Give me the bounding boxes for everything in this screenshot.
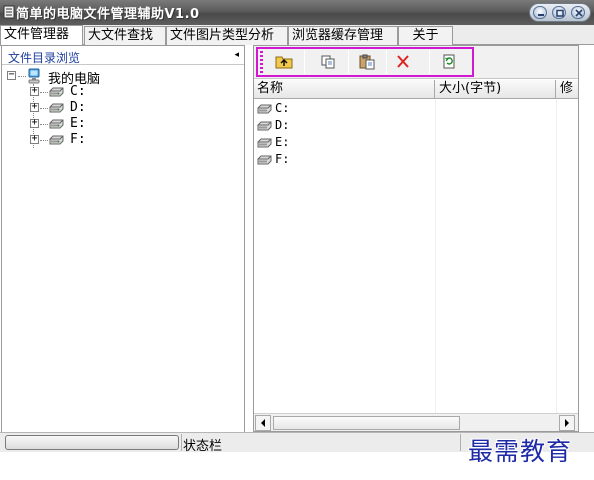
- tree-panel-header: 文件目录浏览 ◂: [2, 46, 244, 65]
- tree-node-label: C:: [70, 84, 86, 99]
- drive-icon: [49, 119, 64, 129]
- status-divider: [460, 434, 461, 451]
- list-item-name: D:: [275, 118, 290, 132]
- arrow-left-icon: [261, 419, 265, 427]
- drive-icon: [49, 87, 64, 97]
- list-item-drive-c[interactable]: C:: [256, 101, 434, 117]
- scroll-right-button[interactable]: [559, 415, 575, 431]
- list-header: 名称 大小(字节) 修: [254, 80, 578, 99]
- copy-button[interactable]: [315, 51, 341, 73]
- tab-about[interactable]: 关于: [398, 26, 453, 45]
- tab-file-manager[interactable]: 文件管理器: [0, 25, 83, 46]
- horizontal-scrollbar[interactable]: [254, 413, 578, 431]
- paste-button[interactable]: [354, 51, 380, 73]
- refresh-icon: [443, 54, 455, 69]
- progress-bar: [5, 435, 179, 450]
- drive-icon: [49, 135, 64, 145]
- close-button[interactable]: [571, 6, 585, 19]
- tree-node-label: D:: [70, 100, 86, 115]
- toolbar-separator: [348, 50, 349, 74]
- status-divider: [181, 434, 182, 451]
- panel-collapse-icon[interactable]: ◂: [234, 50, 239, 60]
- tab-file-image-type-analysis[interactable]: 文件图片类型分析: [166, 26, 288, 45]
- window-controls: [529, 3, 591, 22]
- expand-toggle[interactable]: +: [30, 101, 39, 112]
- tree-node-my-computer[interactable]: − 我的电脑: [7, 68, 207, 87]
- delete-button[interactable]: [390, 51, 416, 73]
- tree-connector: [40, 140, 48, 141]
- drive-icon: [49, 103, 64, 113]
- maximize-button[interactable]: [552, 6, 566, 19]
- column-divider: [556, 100, 557, 413]
- maximize-icon: [556, 9, 564, 17]
- list-item-drive-d[interactable]: D:: [256, 118, 434, 134]
- computer-icon: [28, 68, 40, 84]
- list-item-name: F:: [275, 152, 290, 166]
- tab-browser-cache-manager[interactable]: 浏览器缓存管理: [288, 26, 398, 45]
- refresh-button[interactable]: [436, 51, 462, 73]
- collapse-toggle[interactable]: −: [7, 69, 16, 80]
- directory-tree-panel: 文件目录浏览 ◂ − 我的电脑 + C: + D: + E: + F:: [1, 45, 245, 433]
- title-bar: 简单的电脑文件管理辅助V1.0: [0, 0, 594, 25]
- toolbar-grip[interactable]: [260, 51, 263, 73]
- status-label: 状态栏: [183, 439, 223, 454]
- minimize-icon: [538, 14, 544, 16]
- tab-large-file-search[interactable]: 大文件查找: [84, 26, 166, 45]
- expand-toggle[interactable]: +: [30, 117, 39, 128]
- window-title: 简单的电脑文件管理辅助V1.0: [16, 7, 200, 22]
- file-list: C: D: E: F:: [254, 100, 578, 413]
- tree-node-drive-f[interactable]: + F:: [30, 132, 150, 148]
- scroll-left-button[interactable]: [255, 415, 271, 431]
- up-folder-button[interactable]: [271, 51, 297, 73]
- scrollbar-thumb[interactable]: [273, 416, 460, 430]
- expand-toggle[interactable]: +: [30, 133, 39, 144]
- list-item-name: E:: [275, 135, 290, 149]
- paste-icon: [359, 54, 375, 70]
- app-icon: [3, 5, 15, 19]
- toolbar-separator: [386, 50, 387, 74]
- watermark: 最需教育: [468, 437, 573, 466]
- tree-node-drive-d[interactable]: + D:: [30, 100, 150, 116]
- tree-node-drive-e[interactable]: + E:: [30, 116, 150, 132]
- toolbar-separator: [429, 50, 430, 74]
- arrow-right-icon: [565, 419, 569, 427]
- tree-node-label: F:: [70, 132, 86, 147]
- column-divider: [435, 100, 436, 413]
- file-list-panel: 名称 大小(字节) 修 C: D: E: F:: [253, 45, 579, 432]
- copy-icon: [321, 55, 335, 69]
- app-window: 简单的电脑文件管理辅助V1.0 文件管理器 大文件查找 文件图片类型分析 浏览器…: [0, 0, 594, 480]
- toolbar-separator: [304, 50, 305, 74]
- tab-bar: 文件管理器 大文件查找 文件图片类型分析 浏览器缓存管理 关于: [0, 25, 594, 46]
- tree-connector: [40, 108, 48, 109]
- delete-icon: [397, 55, 409, 68]
- folder-up-icon: [275, 56, 293, 69]
- drive-icon: [257, 121, 272, 131]
- tree-panel-title: 文件目录浏览: [8, 51, 81, 65]
- tree-node-drive-c[interactable]: + C:: [30, 84, 150, 100]
- column-header-modified[interactable]: 修: [557, 80, 578, 99]
- expand-toggle[interactable]: +: [30, 85, 39, 96]
- tree-connector: [40, 124, 48, 125]
- column-header-size[interactable]: 大小(字节): [436, 80, 556, 99]
- toolbar: [254, 46, 578, 79]
- close-icon: [575, 9, 583, 17]
- drive-icon: [257, 138, 272, 148]
- list-item-drive-e[interactable]: E:: [256, 135, 434, 151]
- list-item-name: C:: [275, 101, 290, 115]
- drive-icon: [257, 104, 272, 114]
- tree-node-label: E:: [70, 116, 86, 131]
- column-header-name[interactable]: 名称: [254, 80, 435, 99]
- minimize-button[interactable]: [533, 6, 547, 19]
- drive-icon: [257, 155, 272, 165]
- tree-connector: [40, 92, 48, 93]
- list-item-drive-f[interactable]: F:: [256, 152, 434, 168]
